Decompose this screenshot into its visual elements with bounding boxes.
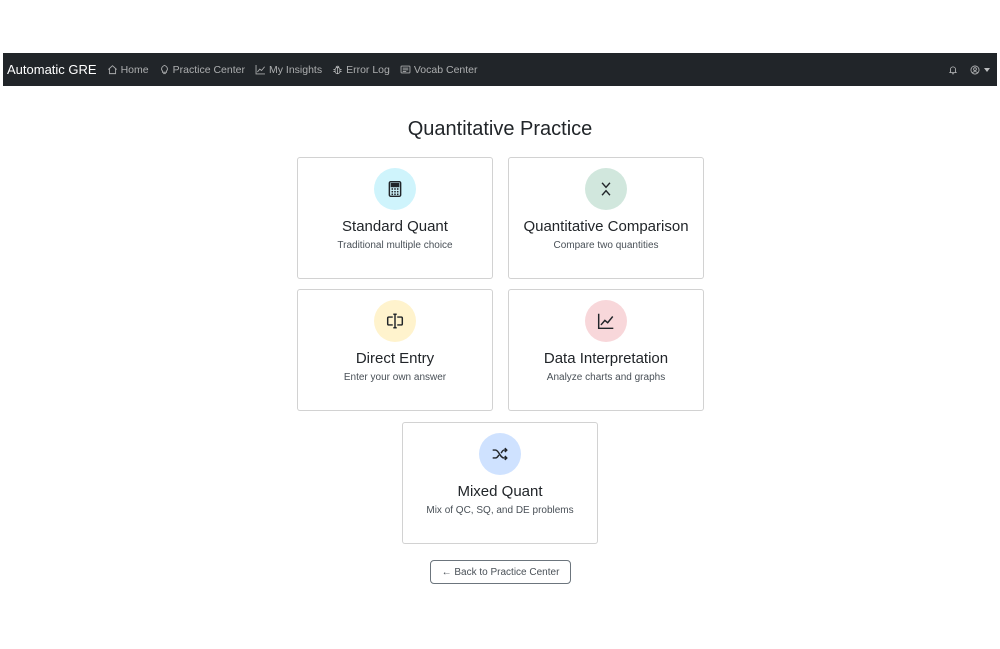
calculator-icon <box>388 180 402 198</box>
card-icon-circle <box>585 300 627 342</box>
card-text-icon <box>400 65 411 74</box>
card-icon-circle <box>585 168 627 210</box>
card-title: Data Interpretation <box>543 350 669 367</box>
nav-practice-center[interactable]: Practice Center <box>159 64 245 76</box>
notifications-button[interactable] <box>948 65 958 75</box>
nav-my-insights-label: My Insights <box>268 63 323 76</box>
card-icon-circle <box>374 300 416 342</box>
nav-my-insights[interactable]: My Insights <box>255 64 322 76</box>
nav-error-log-label: Error Log <box>346 63 390 76</box>
nav-error-log[interactable]: Error Log <box>332 64 390 76</box>
bell-icon <box>948 65 958 74</box>
input-cursor-icon <box>386 313 404 329</box>
card-icon-circle <box>479 433 521 475</box>
caret-down-icon <box>984 67 990 72</box>
arrows-collapse-icon <box>601 182 611 196</box>
card-description: Analyze charts and graphs <box>546 372 666 383</box>
card-title: Quantitative Comparison <box>523 218 689 235</box>
card-description: Compare two quantities <box>553 240 659 251</box>
card-mixed-quant[interactable]: Mixed Quant Mix of QC, SQ, and DE proble… <box>402 422 598 544</box>
graph-up-icon <box>597 313 614 330</box>
nav-home[interactable]: Home <box>107 64 149 76</box>
card-icon-circle <box>374 168 416 210</box>
lightbulb-icon <box>160 64 168 75</box>
card-title: Direct Entry <box>355 350 435 367</box>
navbar: Automatic GRE Home Practice Center My In… <box>3 53 997 86</box>
nav-links: Home Practice Center My Insights Error L… <box>107 64 488 76</box>
page-title: Quantitative Practice <box>407 118 593 140</box>
card-title: Mixed Quant <box>457 483 543 500</box>
card-direct-entry[interactable]: Direct Entry Enter your own answer <box>297 289 493 411</box>
nav-practice-center-label: Practice Center <box>172 63 245 76</box>
shuffle-icon <box>492 447 508 461</box>
card-standard-quant[interactable]: Standard Quant Traditional multiple choi… <box>297 157 493 279</box>
brand-logo[interactable]: Automatic GRE <box>7 62 97 77</box>
person-circle-icon <box>970 65 980 74</box>
back-to-practice-center-button[interactable]: ← Back to Practice Center <box>430 560 571 584</box>
bug-icon <box>333 65 342 75</box>
card-quantitative-comparison[interactable]: Quantitative Comparison Compare two quan… <box>508 157 704 279</box>
nav-home-label: Home <box>120 63 149 76</box>
nav-vocab-center-label: Vocab Center <box>413 63 478 76</box>
card-title: Standard Quant <box>342 218 448 235</box>
house-icon <box>107 65 117 75</box>
user-menu-button[interactable] <box>970 65 990 75</box>
card-data-interpretation[interactable]: Data Interpretation Analyze charts and g… <box>508 289 704 411</box>
graph-up-icon <box>255 65 265 75</box>
nav-right <box>936 65 990 75</box>
card-description: Traditional multiple choice <box>337 240 453 251</box>
nav-vocab-center[interactable]: Vocab Center <box>400 64 478 76</box>
card-description: Enter your own answer <box>343 372 447 383</box>
card-description: Mix of QC, SQ, and DE problems <box>426 505 574 516</box>
